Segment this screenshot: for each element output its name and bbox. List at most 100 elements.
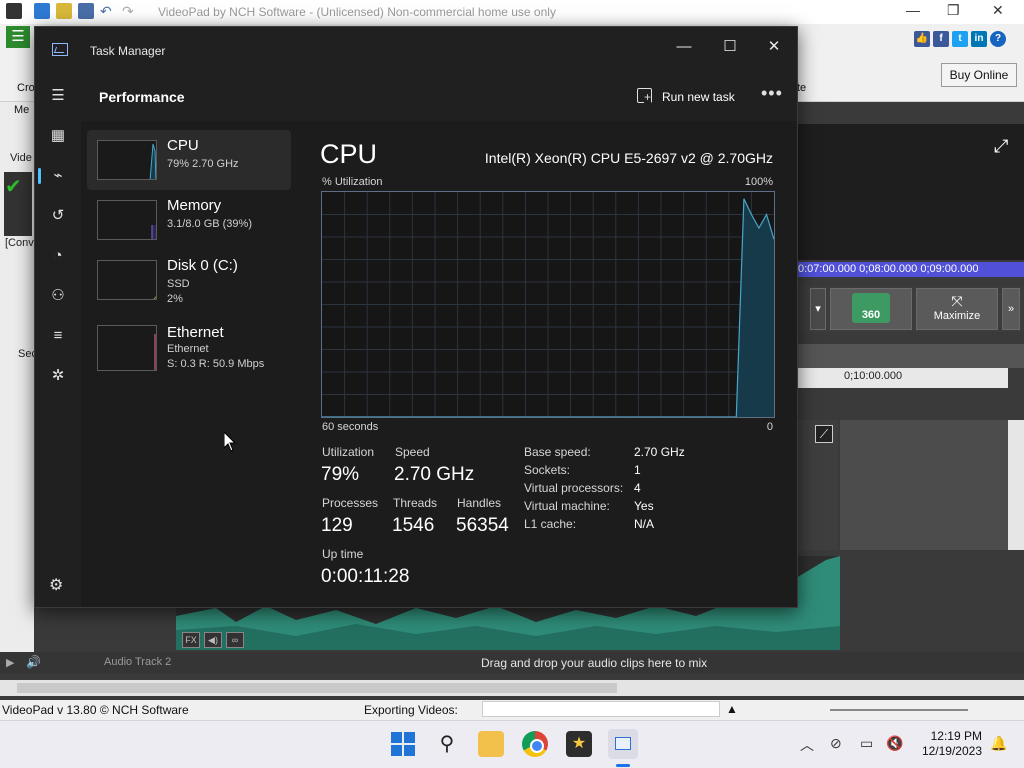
transition-icon[interactable]: ⟋ [815, 425, 833, 443]
startup-apps-icon[interactable]: ◔ [47, 245, 69, 267]
handles-label: Handles [457, 496, 502, 510]
task-manager-icon [52, 43, 68, 56]
loop-icon[interactable]: ∞ [226, 632, 244, 648]
app-history-icon[interactable]: ↺ [47, 205, 69, 227]
resource-item-memory[interactable]: Memory 3.1/8.0 GB (39%) [87, 190, 291, 250]
virtual-processors-label: Virtual processors: [524, 481, 624, 495]
facebook-icon[interactable]: f [933, 31, 949, 47]
settings-icon[interactable]: ⚙ [49, 575, 63, 595]
utilization-value: 79% [321, 464, 360, 485]
processes-icon[interactable]: ▦ [47, 125, 69, 147]
resource-detail: 3.1/8.0 GB (39%) [167, 218, 252, 230]
linkedin-icon[interactable]: in [971, 31, 987, 47]
disk-thumbnail-graph [97, 260, 157, 300]
hamburger-menu-icon[interactable]: ☰ [47, 85, 69, 107]
360-button[interactable]: 360 [830, 288, 912, 330]
processes-label: Processes [322, 496, 379, 510]
chevron-up-icon[interactable]: ︿ [800, 735, 814, 755]
crop-tool-label[interactable]: Cro [17, 82, 35, 94]
audio-clip-tools: FX ◀) ∞ [182, 630, 248, 648]
volume-mute-icon[interactable]: 🔇 [886, 735, 903, 752]
twitter-icon[interactable]: t [952, 31, 968, 47]
videopad-icon[interactable]: ★ [566, 731, 592, 757]
resource-name: Disk 0 (C:) [167, 257, 238, 274]
export-progress-bar [482, 701, 720, 717]
resource-detail: 79% 2.70 GHz [167, 158, 239, 170]
notification-bell-icon[interactable]: 🔔 [990, 735, 1007, 752]
task-manager-taskbar-icon[interactable] [608, 729, 638, 759]
more-options-icon[interactable]: ••• [761, 83, 783, 104]
maximize-button[interactable]: ☐ [715, 35, 745, 59]
more-controls-icon[interactable]: » [1002, 288, 1020, 330]
fx-button[interactable]: FX [182, 632, 200, 648]
video-track-empty[interactable] [840, 420, 1008, 550]
performance-icon[interactable]: ⌁ [47, 165, 69, 187]
resource-item-cpu[interactable]: CPU 79% 2.70 GHz [87, 130, 291, 190]
maximize-icon: ⤧ [951, 293, 963, 309]
volume-icon[interactable]: ◀) [204, 632, 222, 648]
network-off-icon[interactable]: ⊘ [830, 735, 842, 752]
utilization-label: Utilization [322, 445, 375, 459]
memory-thumbnail-graph [97, 200, 157, 240]
resource-item-ethernet[interactable]: Ethernet Ethernet S: 0.3 R: 50.9 Mbps [87, 317, 291, 377]
timeline-vertical-scrollbar[interactable] [1008, 420, 1024, 550]
mouse-cursor-icon [224, 432, 236, 452]
start-icon[interactable] [390, 731, 416, 757]
uptime-label: Up time [322, 547, 364, 561]
users-icon[interactable]: ⚇ [47, 285, 69, 307]
scrollbar-thumb[interactable] [17, 683, 617, 693]
file-explorer-icon[interactable] [478, 731, 504, 757]
preview-time-ruler[interactable]: 0:07:00.000 0;08:00.000 0;09:00.000 [798, 262, 1024, 277]
audio-track-2[interactable]: ▶ 🔊 Audio Track 2 Drag and drop your aud… [0, 652, 1024, 674]
redo-icon[interactable]: ↷ [122, 3, 138, 19]
videopad-menu-button[interactable]: ☰ [6, 26, 30, 48]
details-icon[interactable]: ≡ [47, 325, 69, 347]
search-icon[interactable]: ⚲ [434, 731, 460, 757]
help-icon[interactable]: ? [990, 31, 1006, 47]
mute-icon[interactable]: 🔊 [26, 655, 41, 669]
dropdown-chevron-icon[interactable]: ▾ [810, 288, 826, 330]
clip-label: [Conv [5, 237, 34, 249]
social-links: 👍 f t in? [914, 28, 1009, 47]
maximize-preview-button[interactable]: ⤧ Maximize [916, 288, 998, 330]
window-title: Task Manager [90, 44, 166, 58]
resource-item-disk[interactable]: Disk 0 (C:) SSD 2% [87, 250, 291, 310]
videopad-restore-button[interactable]: ❐ [947, 2, 960, 19]
open-project-icon[interactable] [56, 3, 72, 19]
services-icon[interactable]: ✲ [47, 365, 69, 387]
system-clock[interactable]: 12:19 PM 12/19/2023 [918, 729, 982, 759]
resource-name: CPU [167, 137, 199, 154]
export-toggle-icon[interactable]: ▲ [726, 702, 738, 716]
minimize-button[interactable]: — [669, 35, 699, 59]
run-new-task-label: Run new task [662, 90, 735, 104]
new-project-icon[interactable] [34, 3, 50, 19]
sockets-label: Sockets: [524, 463, 571, 477]
video-bin-label: Vide [10, 152, 32, 164]
save-project-icon[interactable] [78, 3, 94, 19]
virtual-machine-label: Virtual machine: [524, 499, 610, 513]
videopad-minimize-button[interactable]: — [906, 2, 920, 18]
timeline-ruler[interactable]: 0;10:00.000 [798, 368, 1008, 388]
task-manager-titlebar[interactable]: Task Manager — ☐ ✕ [35, 27, 797, 73]
close-button[interactable]: ✕ [759, 35, 789, 59]
like-icon[interactable]: 👍 [914, 31, 930, 47]
threads-value: 1546 [392, 515, 435, 536]
undo-icon[interactable]: ↶ [100, 3, 116, 19]
speed-value: 2.70 GHz [394, 464, 475, 485]
media-tab[interactable]: Me [14, 104, 29, 116]
preview-controls: ▾ 360 ⤧ Maximize » [798, 286, 1024, 332]
volume-slider[interactable] [830, 709, 968, 711]
ribbon-tool-label[interactable]: te [797, 82, 806, 94]
timeline-horizontal-scrollbar[interactable] [0, 680, 1024, 696]
display-icon[interactable]: ▭ [860, 735, 873, 752]
videopad-close-button[interactable]: ✕ [992, 2, 1004, 19]
chrome-icon[interactable] [522, 731, 548, 757]
base-speed-label: Base speed: [524, 445, 591, 459]
buy-online-button[interactable]: Buy Online [941, 63, 1017, 87]
active-indicator [38, 168, 41, 184]
resource-detail-2: S: 0.3 R: 50.9 Mbps [167, 358, 265, 370]
expand-track-icon[interactable]: ▶ [6, 656, 14, 669]
fullscreen-icon[interactable]: ⤢ [994, 136, 1008, 157]
uptime-value: 0:00:11:28 [321, 566, 410, 587]
resource-name: Memory [167, 197, 222, 214]
